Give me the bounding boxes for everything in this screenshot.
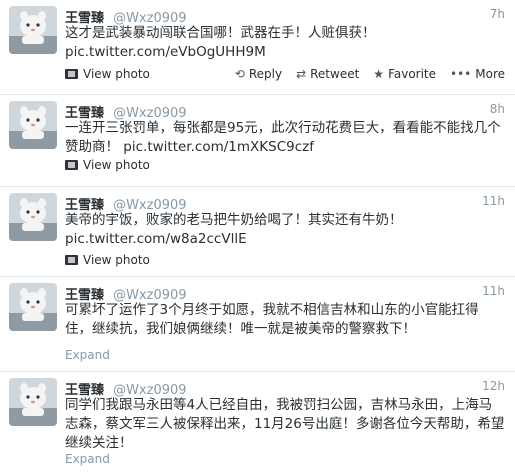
avatar-image [9, 283, 57, 331]
tweet-header: 王雪臻 @Wxz0909 12h [65, 379, 505, 398]
avatar-image [9, 193, 57, 241]
more-icon: ••• [450, 67, 472, 81]
tweet-header: 王雪臻 @Wxz0909 11h [65, 194, 505, 213]
tweet-text: 美帝的宇饭，败家的老马把牛奶给喝了！其实还有牛奶！ pic.twitter.co… [65, 211, 505, 249]
avatar[interactable] [9, 6, 57, 54]
tweet-footer: View photo ⟲ Reply ⇄ Retweet ★ Favorite … [65, 67, 505, 85]
favorite-button[interactable]: ★ Favorite [373, 67, 436, 81]
tweet-body: 可累坏了运作了3个月终于如愿，我就不相信吉林和山东的小官能扛得住，继续抗，我们娘… [65, 302, 479, 337]
tweet-body: 同学们我跟马永田等4人已经自由，我被罚扫公园，吉林马永田，上海马志森，蔡文军三人… [65, 397, 505, 451]
retweet-icon: ⇄ [296, 67, 307, 81]
photo-icon [65, 255, 78, 265]
avatar[interactable] [9, 193, 57, 241]
timestamp[interactable]: 8h [490, 102, 505, 116]
photo-icon [65, 69, 78, 79]
tweet-text: 一连开三张罚单，每张都是95元，此次行动花费巨大，看看能不能找几个赞助商！ pi… [65, 119, 505, 157]
tweet[interactable]: 王雪臻 @Wxz0909 8h 一连开三张罚单，每张都是95元，此次行动花费巨大… [0, 95, 515, 187]
expand-link[interactable]: Expand [65, 348, 110, 362]
tweet-body: 这才是武装暴动闯联合国哪！武器在手！人赃俱获！ [65, 25, 376, 41]
view-photo-link[interactable]: View photo [65, 67, 150, 81]
view-photo-label: View photo [83, 67, 150, 81]
view-photo-link[interactable]: View photo [65, 253, 150, 267]
tweet-footer: View photo [65, 158, 505, 176]
tweet-header: 王雪臻 @Wxz0909 7h [65, 7, 505, 26]
tweet[interactable]: 王雪臻 @Wxz0909 11h 美帝的宇饭，败家的老马把牛奶给喝了！其实还有牛… [0, 187, 515, 277]
avatar[interactable] [9, 283, 57, 331]
tweet[interactable]: 王雪臻 @Wxz0909 11h 可累坏了运作了3个月终于如愿，我就不相信吉林和… [0, 277, 515, 372]
tweet-text: 可累坏了运作了3个月终于如愿，我就不相信吉林和山东的小官能扛得住，继续抗，我们娘… [65, 301, 505, 339]
expand-link[interactable]: Expand [65, 452, 110, 466]
tweet-text: 同学们我跟马永田等4人已经自由，我被罚扫公园，吉林马永田，上海马志森，蔡文军三人… [65, 396, 505, 453]
more-button[interactable]: ••• More [450, 67, 505, 81]
view-photo-label: View photo [83, 158, 150, 172]
more-label: More [475, 67, 505, 81]
favorite-label: Favorite [388, 67, 437, 81]
photo-icon [65, 160, 78, 170]
avatar[interactable] [9, 378, 57, 426]
star-icon: ★ [373, 67, 385, 81]
view-photo-link[interactable]: View photo [65, 158, 150, 172]
tweet-link[interactable]: pic.twitter.com/1mXKSC9czf [123, 139, 314, 155]
reply-button[interactable]: ⟲ Reply [235, 67, 282, 81]
reply-icon: ⟲ [234, 67, 245, 81]
tweet-text: 这才是武装暴动闯联合国哪！武器在手！人赃俱获！ pic.twitter.com/… [65, 24, 505, 62]
timestamp[interactable]: 7h [490, 7, 505, 21]
tweet-header: 王雪臻 @Wxz0909 11h [65, 284, 505, 303]
tweet-header: 王雪臻 @Wxz0909 8h [65, 102, 505, 121]
tweet[interactable]: 王雪臻 @Wxz0909 7h 这才是武装暴动闯联合国哪！武器在手！人赃俱获！ … [0, 0, 515, 95]
tweet-link[interactable]: pic.twitter.com/w8a2ccVllE [65, 231, 247, 247]
view-photo-label: View photo [83, 253, 150, 267]
timestamp[interactable]: 11h [482, 284, 505, 298]
timestamp[interactable]: 12h [482, 379, 505, 393]
tweet-body: 美帝的宇饭，败家的老马把牛奶给喝了！其实还有牛奶！ [65, 212, 403, 228]
retweet-label: Retweet [310, 67, 360, 81]
avatar-image [9, 6, 57, 54]
tweet-footer: View photo [65, 253, 505, 271]
avatar-image [9, 378, 57, 426]
tweet-footer: Expand [65, 348, 505, 366]
tweet-actions: ⟲ Reply ⇄ Retweet ★ Favorite ••• More [235, 67, 505, 81]
retweet-button[interactable]: ⇄ Retweet [296, 67, 359, 81]
avatar[interactable] [9, 101, 57, 149]
tweet[interactable]: 王雪臻 @Wxz0909 12h 同学们我跟马永田等4人已经自由，我被罚扫公园，… [0, 372, 515, 474]
reply-label: Reply [248, 67, 283, 81]
avatar-image [9, 101, 57, 149]
tweet-link[interactable]: pic.twitter.com/eVbOgUHH9M [65, 44, 266, 60]
timestamp[interactable]: 11h [482, 194, 505, 208]
tweet-footer: Expand [65, 452, 505, 470]
